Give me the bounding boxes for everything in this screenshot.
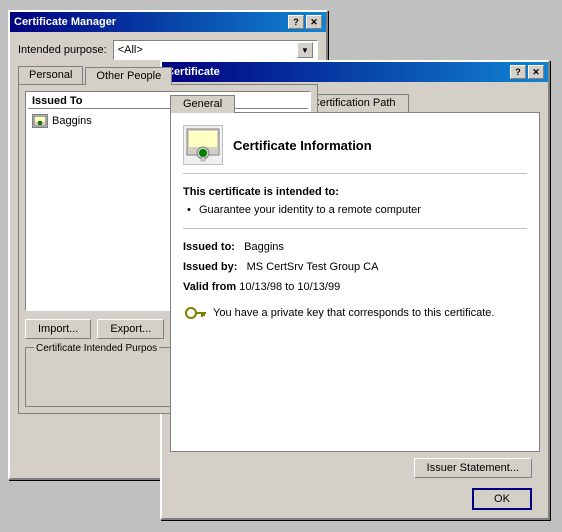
valid-period-field: Valid from 10/13/98 to 10/13/99 (183, 281, 527, 293)
issued-to-field: Issued to: Baggins (183, 241, 527, 253)
cert-purpose-section: This certificate is intended to: Guarant… (183, 186, 527, 216)
valid-from-value: 10/13/98 (239, 281, 282, 293)
cert-small-icon (32, 114, 48, 128)
valid-to-value: 10/13/99 (297, 281, 340, 293)
cert-large-icon (183, 125, 223, 165)
ok-button-row: OK (170, 484, 540, 518)
private-key-text: You have a private key that corresponds … (213, 307, 494, 319)
cert-purpose-title: This certificate is intended to: (183, 186, 527, 198)
title-bar-buttons: ? ✕ (288, 15, 322, 29)
cert-divider-1 (183, 228, 527, 229)
detail-tab-panel: Certificate Information This certificate… (170, 112, 540, 452)
help-button[interactable]: ? (288, 15, 304, 29)
issuer-statement-button[interactable]: Issuer Statement... (414, 458, 532, 478)
key-icon (183, 303, 207, 323)
cert-manager-title: Certificate Manager (14, 16, 116, 28)
cert-detail-title-buttons: ? ✕ (510, 65, 544, 79)
export-button[interactable]: Export... (97, 319, 164, 339)
cert-item-name: Baggins (52, 115, 92, 127)
import-button[interactable]: Import... (25, 319, 91, 339)
intended-purpose-row: Intended purpose: <All> ▼ (18, 40, 318, 60)
valid-to-label: to (285, 281, 294, 293)
issued-by-value-text: MS CertSrv Test Group CA (247, 261, 379, 273)
intended-purpose-combo[interactable]: <All> ▼ (113, 40, 318, 60)
cert-detail-window: Certificate ? ✕ General Details Certific… (160, 60, 550, 520)
valid-from-label: Valid from (183, 281, 236, 293)
issued-by-value (240, 261, 243, 273)
tab-general[interactable]: General (170, 95, 235, 113)
cert-detail-close-button[interactable]: ✕ (528, 65, 544, 79)
cert-detail-content: General Details Certification Path (162, 82, 548, 526)
tab-other-people[interactable]: Other People (85, 67, 172, 85)
combo-value: <All> (118, 44, 143, 56)
cert-purpose-item-0: Guarantee your identity to a remote comp… (183, 204, 527, 216)
cert-info-header: Certificate Information (183, 125, 527, 174)
bottom-buttons: Issuer Statement... (170, 452, 540, 484)
cert-info-title: Certificate Information (233, 138, 372, 153)
ok-button[interactable]: OK (472, 488, 532, 510)
issued-to-header: Issued To (28, 94, 308, 109)
cert-detail-title: Certificate (166, 66, 220, 78)
cert-manager-title-bar: Certificate Manager ? ✕ (10, 12, 326, 32)
issued-to-value-text: Baggins (244, 241, 284, 253)
detail-tabs: General Details Certification Path (170, 94, 540, 112)
tab-personal[interactable]: Personal (18, 66, 83, 84)
issued-by-field: Issued by: MS CertSrv Test Group CA (183, 261, 527, 273)
close-button[interactable]: ✕ (306, 15, 322, 29)
issued-to-label: Issued to: (183, 241, 235, 253)
private-key-row: You have a private key that corresponds … (183, 303, 527, 323)
issued-by-label: Issued by: (183, 261, 237, 273)
cert-detail-title-bar: Certificate ? ✕ (162, 62, 548, 82)
cert-intended-label: Certificate Intended Purpos (34, 343, 159, 354)
combo-arrow-icon[interactable]: ▼ (297, 42, 313, 58)
intended-purpose-label: Intended purpose: (18, 44, 107, 56)
issued-to-value (238, 241, 241, 253)
cert-detail-help-button[interactable]: ? (510, 65, 526, 79)
